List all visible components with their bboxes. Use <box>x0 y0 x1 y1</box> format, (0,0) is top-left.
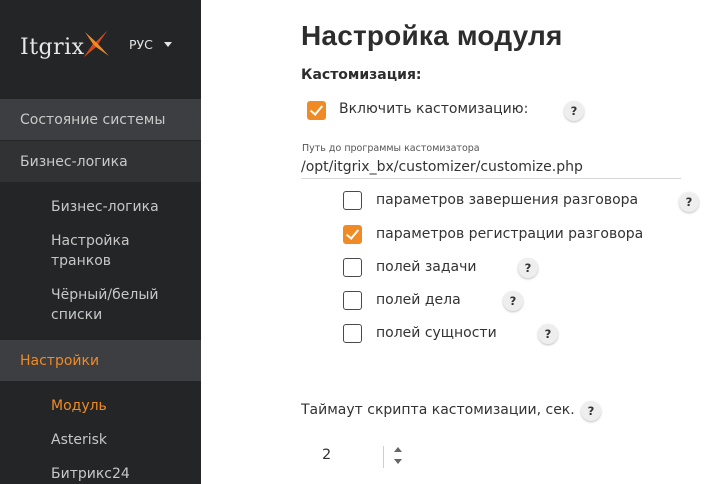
nav-item-label: Asterisk <box>51 432 108 448</box>
enable-customization-checkbox[interactable] <box>307 101 326 120</box>
nav-item-label: Модуль <box>51 398 107 414</box>
help-icon[interactable]: ? <box>538 324 558 344</box>
nav-item-black-white-lists[interactable]: Чёрный/белый списки <box>51 285 158 325</box>
nav-section-label: Состояние системы <box>20 111 166 128</box>
nav-item-label-line2: списки <box>51 307 103 323</box>
nav-item-business-logic[interactable]: Бизнес-логика <box>51 197 159 217</box>
help-icon[interactable]: ? <box>503 291 523 311</box>
stepper-up-icon[interactable] <box>394 447 402 452</box>
nav-item-label-line1: Настройка <box>51 233 130 249</box>
language-selector[interactable]: РУС <box>129 37 172 52</box>
help-icon[interactable]: ? <box>564 101 584 121</box>
option-task-fields-label: полей задачи <box>376 259 477 275</box>
logo-x-icon <box>83 31 109 57</box>
stepper-divider <box>383 446 384 468</box>
chevron-down-icon <box>163 42 172 47</box>
help-icon[interactable]: ? <box>518 258 538 278</box>
nav-section-settings[interactable]: Настройки <box>0 340 201 381</box>
nav-section-label: Бизнес-логика <box>20 153 128 170</box>
help-icon[interactable]: ? <box>679 192 699 212</box>
option-finish-call-label: параметров завершения разговора <box>376 192 639 208</box>
logo-area: Itgrix РУС <box>0 0 201 100</box>
option-deal-fields-checkbox[interactable] <box>343 291 362 310</box>
nav-item-label-line2: транков <box>51 253 112 269</box>
enable-customization-label: Включить кастомизацию: <box>339 101 529 117</box>
section-title: Кастомизация: <box>301 67 422 83</box>
nav-item-label: Битрикс24 <box>51 466 130 482</box>
option-task-fields-checkbox[interactable] <box>343 258 362 277</box>
nav-item-label-line1: Чёрный/белый <box>51 287 159 303</box>
nav-item-trunk-settings[interactable]: Настройка транков <box>51 231 130 271</box>
nav-item-module[interactable]: Модуль <box>51 396 107 416</box>
option-register-call-checkbox[interactable] <box>343 225 362 244</box>
logo-text: Itgrix <box>20 34 85 60</box>
option-register-call-label: параметров регистрации разговора <box>376 226 644 242</box>
nav-item-label: Бизнес-логика <box>51 199 159 215</box>
help-icon[interactable]: ? <box>581 401 601 421</box>
nav-section-system-status[interactable]: Состояние системы <box>0 99 201 140</box>
nav-item-bitrix24[interactable]: Битрикс24 <box>51 464 130 484</box>
stepper-down-icon[interactable] <box>394 459 402 464</box>
logo[interactable]: Itgrix <box>20 30 111 64</box>
timeout-label: Таймаут скрипта кастомизации, сек. <box>301 402 575 418</box>
page-title: Настройка модуля <box>301 20 563 51</box>
option-entity-fields-label: полей сущности <box>376 325 497 341</box>
timeout-value[interactable]: 2 <box>322 447 331 463</box>
customizer-path-input[interactable] <box>301 155 681 179</box>
timeout-stepper[interactable]: 2 <box>301 442 411 470</box>
main-content: Настройка модуля Кастомизация: Включить … <box>201 0 719 484</box>
nav-section-business-logic[interactable]: Бизнес-логика <box>0 141 201 182</box>
option-deal-fields-label: полей дела <box>376 292 461 308</box>
nav-item-asterisk[interactable]: Asterisk <box>51 430 107 450</box>
sidebar: Itgrix РУС Состояние системы Бизнес-логи… <box>0 0 201 484</box>
option-finish-call-checkbox[interactable] <box>343 191 362 210</box>
language-label: РУС <box>129 37 153 52</box>
nav-section-label: Настройки <box>20 352 100 369</box>
path-field-label: Путь до программы кастомизатора <box>302 143 480 154</box>
option-entity-fields-checkbox[interactable] <box>343 324 362 343</box>
